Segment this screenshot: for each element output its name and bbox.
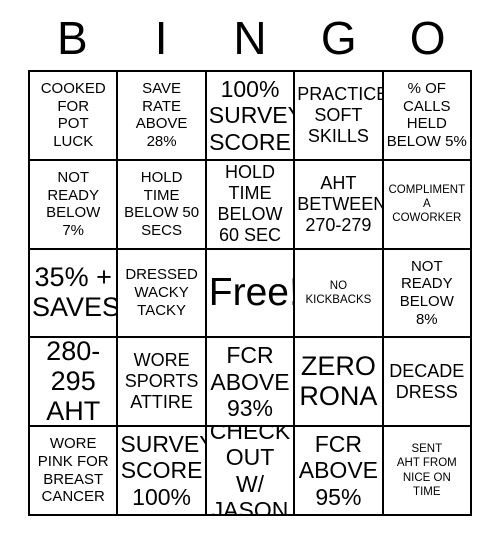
bingo-card: B I N G O COOKED FOR POT LUCK SAVE RATE A…: [0, 0, 500, 544]
bingo-cell[interactable]: 280- 295 AHT: [30, 338, 119, 428]
bingo-cell-label: AHT BETWEEN 270-279: [297, 172, 384, 235]
bingo-cell-label: WORE PINK FOR BREAST CANCER: [37, 435, 109, 506]
bingo-cell[interactable]: 35% + SAVES: [30, 249, 119, 339]
bingo-cell-label: PRACTICE SOFT SKILLS: [297, 84, 384, 146]
bingo-cell-label: NO KICKBACKS: [305, 279, 372, 306]
bingo-cell-label: NOT READY BELOW 7%: [46, 168, 101, 239]
bingo-cell[interactable]: PRACTICE SOFT SKILLS: [295, 72, 384, 161]
bingo-cell-label: % OF CALLS HELD BELOW 5%: [386, 80, 467, 151]
bingo-cell[interactable]: 100% SURVEY SCORE: [206, 72, 296, 161]
bingo-cell[interactable]: NOT READY BELOW 8%: [383, 249, 472, 339]
bingo-cell-label: 280- 295 AHT: [46, 338, 101, 426]
bingo-cell-label: COOKED FOR POT LUCK: [40, 80, 106, 151]
bingo-cell[interactable]: DRESSED WACKY TACKY: [118, 249, 207, 339]
bingo-cell-label: SAVE RATE ABOVE 28%: [135, 80, 188, 151]
bingo-cell[interactable]: NO KICKBACKS: [295, 249, 384, 339]
bingo-cell[interactable]: AHT BETWEEN 270-279: [295, 160, 384, 250]
bingo-cell-label: FCR ABOVE 93%: [210, 342, 290, 421]
bingo-cell[interactable]: COMPLIMENT A COWORKER: [383, 160, 472, 250]
bingo-header-letter-b: B: [57, 12, 88, 64]
bingo-grid: COOKED FOR POT LUCK SAVE RATE ABOVE 28% 10…: [28, 70, 472, 516]
bingo-cell[interactable]: FCR ABOVE 95%: [295, 427, 384, 516]
bingo-cell-label: NOT READY BELOW 8%: [399, 257, 454, 328]
bingo-cell[interactable]: SENT AHT FROM NICE ON TIME: [383, 427, 472, 516]
bingo-cell-label: COMPLIMENT A COWORKER: [388, 183, 466, 225]
bingo-cell[interactable]: % OF CALLS HELD BELOW 5%: [383, 72, 472, 161]
bingo-cell-label: DECADE DRESS: [389, 360, 465, 402]
bingo-cell-label: FCR ABOVE 95%: [298, 431, 379, 510]
bingo-cell-label: Free!: [208, 270, 296, 314]
bingo-cell-label: HOLD TIME BELOW 60 SEC: [217, 162, 283, 246]
bingo-header-letter-g: G: [320, 12, 357, 64]
bingo-header: B I N G O: [28, 8, 472, 68]
bingo-cell-label: 100% SURVEY SCORE: [208, 76, 296, 155]
bingo-header-letter-o: O: [409, 12, 446, 64]
bingo-cell-label: SENT AHT FROM NICE ON TIME: [396, 442, 457, 498]
bingo-cell[interactable]: WORE PINK FOR BREAST CANCER: [30, 427, 119, 516]
bingo-cell[interactable]: HOLD TIME BELOW 50 SECS: [118, 160, 207, 250]
bingo-cell[interactable]: SAVE RATE ABOVE 28%: [118, 72, 207, 161]
bingo-header-letter-n: N: [233, 12, 267, 64]
bingo-cell[interactable]: NOT READY BELOW 7%: [30, 160, 119, 250]
bingo-cell[interactable]: Free!: [206, 249, 296, 339]
bingo-cell-label: ZERO RONA: [299, 351, 378, 411]
bingo-cell-label: DRESSED WACKY TACKY: [125, 266, 198, 319]
bingo-cell-label: CHECK OUT W/ JASON: [209, 427, 291, 516]
bingo-cell[interactable]: CHECK OUT W/ JASON: [206, 427, 296, 516]
bingo-cell-label: 35% + SAVES: [32, 262, 119, 322]
bingo-cell-label: WORE SPORTS ATTIRE: [124, 350, 199, 413]
bingo-header-letter-i: I: [154, 12, 168, 64]
bingo-cell[interactable]: ZERO RONA: [295, 338, 384, 428]
bingo-cell[interactable]: SURVEY SCORE 100%: [118, 427, 207, 516]
bingo-cell-label: SURVEY SCORE 100%: [120, 431, 207, 510]
bingo-cell[interactable]: COOKED FOR POT LUCK: [30, 72, 119, 161]
bingo-cell[interactable]: DECADE DRESS: [383, 338, 472, 428]
bingo-cell[interactable]: FCR ABOVE 93%: [206, 338, 296, 428]
bingo-cell[interactable]: WORE SPORTS ATTIRE: [118, 338, 207, 428]
bingo-cell[interactable]: HOLD TIME BELOW 60 SEC: [206, 160, 296, 250]
bingo-cell-label: HOLD TIME BELOW 50 SECS: [124, 168, 200, 239]
